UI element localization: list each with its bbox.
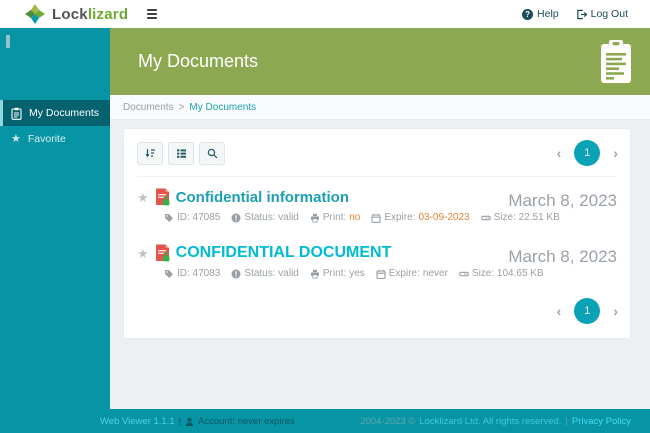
printer-icon	[310, 269, 319, 278]
page-number-button[interactable]: 1	[574, 140, 601, 166]
document-row[interactable]: ★ CONFIDENTIAL DOCUMENT ID: 47083 Status…	[124, 233, 630, 289]
document-expire-label: Expire:	[388, 268, 420, 279]
calendar-icon	[371, 213, 381, 223]
footer: Web Viewer 1.1.1 | Account: never expire…	[0, 409, 650, 433]
pdf-file-icon	[155, 244, 170, 262]
footer-separator: |	[565, 415, 568, 427]
top-bar: Locklizard ? Help Log Out	[0, 0, 650, 28]
sidebar-item-label: Favorite	[27, 133, 66, 145]
help-label: Help	[537, 8, 559, 20]
pagination-top: ‹ 1 ›	[557, 140, 618, 166]
sidebar-item-favorite[interactable]: ★ Favorite	[0, 126, 110, 152]
clipboard-icon	[598, 39, 634, 85]
document-row[interactable]: ★ Confidential information ID: 47085 Sta…	[124, 177, 630, 233]
page-number-button[interactable]: 1	[574, 298, 601, 324]
next-page-button[interactable]: ›	[613, 304, 618, 318]
search-icon	[207, 148, 217, 158]
search-button[interactable]	[199, 141, 225, 165]
document-date: March 8, 2023	[508, 247, 617, 266]
document-status: Status: valid	[244, 268, 299, 279]
logout-button[interactable]: Log Out	[576, 8, 628, 20]
status-icon	[231, 213, 241, 222]
document-print-label: Print:	[322, 268, 347, 279]
sort-button[interactable]	[137, 141, 163, 165]
help-icon: ?	[522, 8, 534, 20]
star-icon: ★	[11, 132, 21, 145]
lizard-logo-icon	[25, 4, 45, 24]
logo[interactable]: Locklizard	[24, 3, 128, 25]
pdf-file-icon	[155, 188, 170, 206]
sidebar-item-my-documents[interactable]: My Documents	[0, 100, 110, 126]
breadcrumb-documents[interactable]: Documents	[123, 102, 174, 113]
document-meta: ID: 47085 Status: valid Print: no Expire…	[164, 212, 560, 223]
sidebar-item-label: My Documents	[29, 107, 100, 119]
document-date: March 8, 2023	[508, 191, 617, 210]
document-title-link[interactable]: CONFIDENTIAL DOCUMENT	[176, 244, 392, 262]
prev-page-button[interactable]: ‹	[557, 304, 562, 318]
person-icon	[186, 417, 194, 426]
sort-icon	[145, 148, 155, 157]
size-icon	[480, 215, 491, 220]
web-viewer-version-link[interactable]: Web Viewer 1.1.1	[100, 416, 175, 427]
document-expire-value: never	[422, 268, 448, 279]
favorite-star-icon[interactable]: ★	[137, 247, 149, 260]
text-cursor	[6, 35, 10, 48]
panel-toolbar: ‹ 1 ›	[124, 129, 630, 176]
footer-separator: |	[178, 415, 182, 427]
size-icon	[459, 271, 469, 276]
tag-icon	[165, 213, 173, 222]
document-print-value: yes	[349, 268, 365, 279]
printer-icon	[310, 213, 319, 222]
document-expire-label: Expire:	[384, 212, 416, 223]
account-status: Account: never expires	[198, 415, 295, 427]
document-id: ID: 47083	[177, 268, 221, 279]
copyright-text: 2004-2023 ©	[360, 415, 416, 427]
status-icon	[231, 269, 241, 278]
breadcrumb-separator: >	[178, 101, 185, 113]
content-area: ‹ 1 › ★ Confidential information ID: 470…	[110, 120, 650, 409]
clipboard-icon	[11, 107, 22, 120]
help-button[interactable]: ? Help	[522, 8, 559, 20]
list-icon	[176, 148, 186, 158]
breadcrumb: Documents > My Documents	[110, 95, 650, 120]
privacy-policy-link[interactable]: Privacy Policy	[572, 416, 631, 427]
document-expire-value: 03-09-2023	[418, 212, 470, 223]
prev-page-button[interactable]: ‹	[557, 146, 562, 160]
locklizard-link[interactable]: Locklizard Ltd. All rights reserved.	[419, 416, 561, 427]
logo-text: Locklizard	[52, 5, 129, 23]
document-status: Status: valid	[244, 212, 299, 223]
next-page-button[interactable]: ›	[613, 146, 618, 160]
menu-icon[interactable]	[144, 6, 160, 22]
logout-label: Log Out	[590, 8, 628, 20]
pagination-bottom: ‹ 1 ›	[124, 289, 630, 338]
document-title-link[interactable]: Confidential information	[176, 189, 349, 206]
sidebar: My Documents ★ Favorite	[0, 28, 110, 409]
document-print-label: Print:	[322, 212, 347, 223]
calendar-icon	[376, 269, 386, 279]
document-meta: ID: 47083 Status: valid Print: yes Expir…	[164, 268, 544, 279]
page-title: My Documents	[138, 51, 259, 71]
page-header: My Documents	[110, 28, 650, 95]
favorite-star-icon[interactable]: ★	[137, 191, 149, 204]
document-id: ID: 47085	[177, 212, 221, 223]
documents-panel: ‹ 1 › ★ Confidential information ID: 470…	[123, 128, 631, 339]
breadcrumb-current: My Documents	[189, 101, 257, 113]
document-print-value: no	[349, 212, 361, 223]
logout-icon	[576, 9, 587, 19]
list-view-button[interactable]	[168, 141, 194, 165]
tag-icon	[165, 269, 173, 278]
